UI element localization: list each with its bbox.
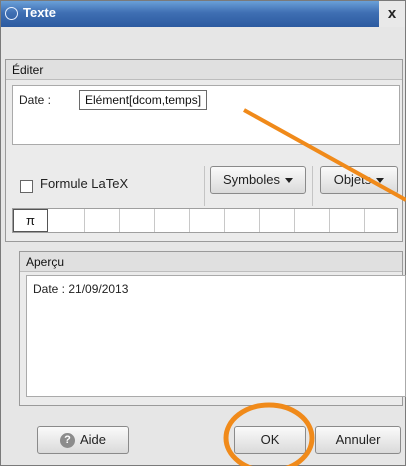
ok-button[interactable]: OK bbox=[234, 426, 306, 454]
symbol-cell[interactable] bbox=[50, 209, 85, 232]
edit-text-area[interactable]: Date : Elément[dcom,temps] bbox=[12, 85, 400, 145]
close-button[interactable]: x bbox=[379, 1, 405, 27]
toolbar-separator bbox=[312, 166, 313, 206]
symbol-cell[interactable]: π bbox=[13, 209, 48, 232]
symbol-cell[interactable] bbox=[330, 209, 365, 232]
title-bar[interactable]: Texte x bbox=[1, 1, 405, 27]
symbols-label: Symboles bbox=[222, 172, 281, 187]
help-label: Aide bbox=[79, 432, 107, 447]
symbol-cell[interactable] bbox=[260, 209, 295, 232]
ok-label: OK bbox=[260, 432, 280, 447]
objects-label: Objets bbox=[333, 172, 372, 187]
caret-down-icon bbox=[285, 178, 294, 184]
symbol-cell[interactable] bbox=[120, 209, 155, 232]
caret-down-icon bbox=[376, 178, 385, 184]
toolbar-separator bbox=[204, 166, 205, 206]
window-title: Texte bbox=[23, 5, 56, 20]
latex-label: Formule LaTeX bbox=[40, 176, 129, 191]
text-dialog: Texte x Éditer Date : Elément[dcom,temps… bbox=[0, 0, 406, 466]
cancel-button[interactable]: Annuler bbox=[315, 426, 401, 454]
preview-panel-header: Aperçu bbox=[20, 252, 402, 272]
edit-panel-header: Éditer bbox=[6, 60, 402, 80]
symbol-cell[interactable] bbox=[225, 209, 260, 232]
symbol-cell[interactable] bbox=[155, 209, 190, 232]
latex-checkbox[interactable] bbox=[20, 180, 33, 193]
circle-icon bbox=[5, 7, 18, 20]
objects-button[interactable]: Objets bbox=[320, 166, 398, 194]
object-field[interactable]: Elément[dcom,temps] bbox=[79, 90, 208, 110]
edit-panel: Éditer Date : Elément[dcom,temps] Formul… bbox=[5, 59, 403, 242]
symbols-button[interactable]: Symboles bbox=[210, 166, 306, 194]
symbol-palette: π bbox=[12, 208, 398, 233]
preview-area: Date : 21/09/2013 bbox=[26, 275, 406, 397]
symbol-cell[interactable] bbox=[295, 209, 330, 232]
cancel-label: Annuler bbox=[335, 432, 381, 447]
symbol-cell[interactable] bbox=[190, 209, 225, 232]
help-button[interactable]: ? Aide bbox=[37, 426, 129, 454]
question-mark-icon: ? bbox=[59, 433, 75, 449]
preview-text: Date : 21/09/2013 bbox=[33, 282, 129, 296]
date-label: Date : bbox=[19, 93, 52, 107]
preview-panel: Aperçu Date : 21/09/2013 bbox=[19, 251, 406, 406]
symbol-cell[interactable] bbox=[85, 209, 120, 232]
